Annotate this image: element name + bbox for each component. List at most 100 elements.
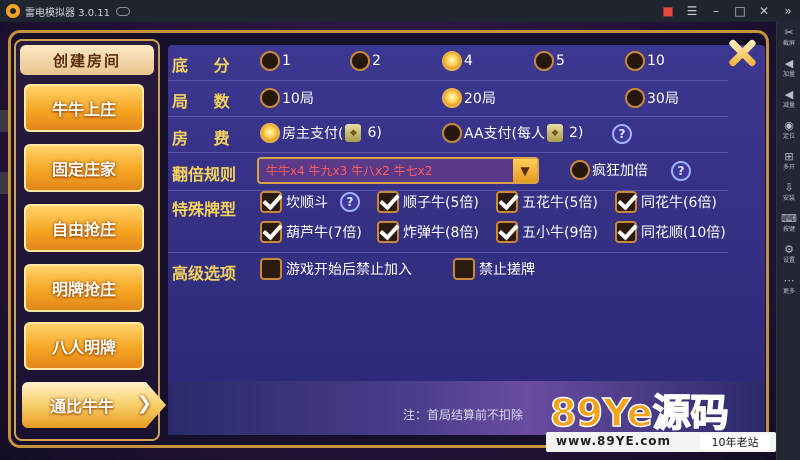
fee-note: 注：首局结算前不扣除 xyxy=(403,408,524,422)
special-option-flush[interactable]: 同花牛(6倍) xyxy=(615,191,717,213)
rounds-option-10[interactable]: 10局 xyxy=(260,88,314,108)
radio-icon xyxy=(625,88,645,108)
special-hands-label: 特殊牌型 xyxy=(172,200,237,219)
checkbox-checked-icon xyxy=(260,221,282,243)
mode-button-tongbi-selected[interactable]: 通比牛牛 ❯ xyxy=(22,382,166,428)
collapse-toolbar-icon[interactable]: » xyxy=(776,0,800,22)
checkbox-checked-icon xyxy=(615,191,637,213)
watermark-url: www.89YE.com xyxy=(556,434,672,448)
tool-volume-down[interactable]: ◀ 减量 xyxy=(777,84,800,115)
checkbox-checked-icon xyxy=(496,191,518,213)
checkbox-checked-icon xyxy=(496,221,518,243)
minimize-icon[interactable]: – xyxy=(704,0,728,22)
fee-label: 房 费 xyxy=(172,129,240,148)
install-icon: ⇩ xyxy=(784,181,794,194)
tool-screenshot[interactable]: ✂ 截屏 xyxy=(777,22,800,53)
help-icon[interactable]: ? xyxy=(612,124,632,144)
tool-install[interactable]: ⇩ 安装 xyxy=(777,177,800,208)
emulator-side-toolbar: ✂ 截屏 ◀ 加量 ◀ 减量 ◉ 定位 ⊞ 多开 ⇩ 安装 ⌨ 按键 ⚙ 设置 ⋯ 更多 xyxy=(776,22,800,460)
base-score-option-1[interactable]: 1 xyxy=(260,51,291,71)
radio-selected-icon xyxy=(260,123,280,143)
base-score-option-4[interactable]: 4 xyxy=(442,51,473,71)
divider xyxy=(168,116,728,117)
emulator-titlebar: 雷电模拟器 3.0.11 ■ ☰ – □ ✕ » xyxy=(0,0,800,22)
tool-settings[interactable]: ⚙ 设置 xyxy=(777,239,800,270)
radio-selected-icon xyxy=(442,88,462,108)
radio-icon xyxy=(260,51,280,71)
radio-selected-icon xyxy=(442,51,462,71)
more-icon: ⋯ xyxy=(783,274,795,287)
special-option-five-flower[interactable]: 五花牛(5倍) xyxy=(496,191,598,213)
watermark-tag: 10年老站 xyxy=(700,434,770,450)
advanced-option-no-squeeze[interactable]: 禁止搓牌 xyxy=(453,258,535,280)
settings-icon: ⚙ xyxy=(784,243,794,256)
help-icon[interactable]: ? xyxy=(340,192,360,212)
special-option-five-small[interactable]: 五小牛(9倍) xyxy=(496,221,598,243)
radio-icon xyxy=(534,51,554,71)
advanced-option-no-join[interactable]: 游戏开始后禁止加入 xyxy=(260,258,412,280)
maximize-icon[interactable]: □ xyxy=(728,0,752,22)
multiplier-value: 牛牛x4 牛九x3 牛八x2 牛七x2 xyxy=(266,164,433,178)
tool-location[interactable]: ◉ 定位 xyxy=(777,115,800,146)
divider xyxy=(168,252,728,253)
mode-button-niuniu-banker[interactable]: 牛牛上庄 xyxy=(24,84,144,132)
advanced-label: 高级选项 xyxy=(172,264,237,283)
location-icon: ◉ xyxy=(784,119,794,132)
menu-icon[interactable]: ☰ xyxy=(680,0,704,22)
help-icon[interactable]: ? xyxy=(671,161,691,181)
close-icon[interactable] xyxy=(727,38,757,68)
window-title: 雷电模拟器 3.0.11 xyxy=(25,7,110,19)
radio-icon xyxy=(350,51,370,71)
multi-open-icon: ⊞ xyxy=(784,150,794,163)
special-option-straight-flush[interactable]: 同花顺(10倍) xyxy=(615,221,726,243)
watermark-logo: 89Ye源码 xyxy=(549,390,729,436)
volume-down-icon: ◀ xyxy=(784,88,794,101)
volume-up-icon: ◀ xyxy=(784,57,794,70)
divider xyxy=(168,152,728,153)
radio-icon xyxy=(570,160,590,180)
checkbox-checked-icon xyxy=(260,191,282,213)
scissors-icon: ✂ xyxy=(784,26,794,39)
special-option-straight[interactable]: 顺子牛(5倍) xyxy=(377,191,479,213)
rounds-label: 局 数 xyxy=(172,92,240,111)
radio-icon xyxy=(625,51,645,71)
crazy-double-option[interactable]: 疯狂加倍 xyxy=(570,160,648,180)
base-score-option-2[interactable]: 2 xyxy=(350,51,381,71)
mode-button-open-grab[interactable]: 明牌抢庄 xyxy=(24,264,144,312)
divider xyxy=(168,80,728,81)
sidebar-title: 创建房间 xyxy=(20,45,154,75)
mode-button-eight-open[interactable]: 八人明牌 xyxy=(24,322,144,370)
base-score-option-5[interactable]: 5 xyxy=(534,51,565,71)
checkbox-checked-icon xyxy=(615,221,637,243)
app-logo-icon xyxy=(6,4,20,18)
rounds-option-20[interactable]: 20局 xyxy=(442,88,496,108)
checkbox-checked-icon xyxy=(377,191,399,213)
keyboard-icon: ⌨ xyxy=(781,212,797,225)
mode-button-fixed-banker[interactable]: 固定庄家 xyxy=(24,144,144,192)
base-score-label: 底 分 xyxy=(172,56,240,75)
tool-keyboard[interactable]: ⌨ 按键 xyxy=(777,208,800,239)
checkbox-checked-icon xyxy=(377,221,399,243)
chevron-down-icon: ▼ xyxy=(513,159,537,182)
checkbox-icon xyxy=(260,258,282,280)
gamepad-icon[interactable] xyxy=(116,6,130,16)
fee-option-owner[interactable]: 房主支付(◆ 6) xyxy=(260,123,382,143)
tool-multi-open[interactable]: ⊞ 多开 xyxy=(777,146,800,177)
base-score-option-10[interactable]: 10 xyxy=(625,51,665,71)
close-window-icon[interactable]: ✕ xyxy=(752,0,776,22)
gift-icon[interactable]: ■ xyxy=(656,0,680,22)
checkbox-icon xyxy=(453,258,475,280)
special-option-bomb[interactable]: 炸弹牛(8倍) xyxy=(377,221,479,243)
fee-option-aa[interactable]: AA支付(每人 ◆ 2) xyxy=(442,123,583,143)
rounds-option-30[interactable]: 30局 xyxy=(625,88,679,108)
room-card-icon: ◆ xyxy=(547,124,564,142)
multiplier-dropdown[interactable]: 牛牛x4 牛九x3 牛八x2 牛七x2 ▼ xyxy=(257,157,539,184)
mode-label: 通比牛牛 xyxy=(49,397,114,416)
special-option-kanshundou[interactable]: 坎顺斗 xyxy=(260,191,328,213)
radio-icon xyxy=(442,123,462,143)
mode-button-free-grab[interactable]: 自由抢庄 xyxy=(24,204,144,252)
chevron-right-icon: ❯ xyxy=(136,393,152,414)
special-option-full-house[interactable]: 葫芦牛(7倍) xyxy=(260,221,362,243)
tool-more[interactable]: ⋯ 更多 xyxy=(777,270,800,301)
tool-volume-up[interactable]: ◀ 加量 xyxy=(777,53,800,84)
